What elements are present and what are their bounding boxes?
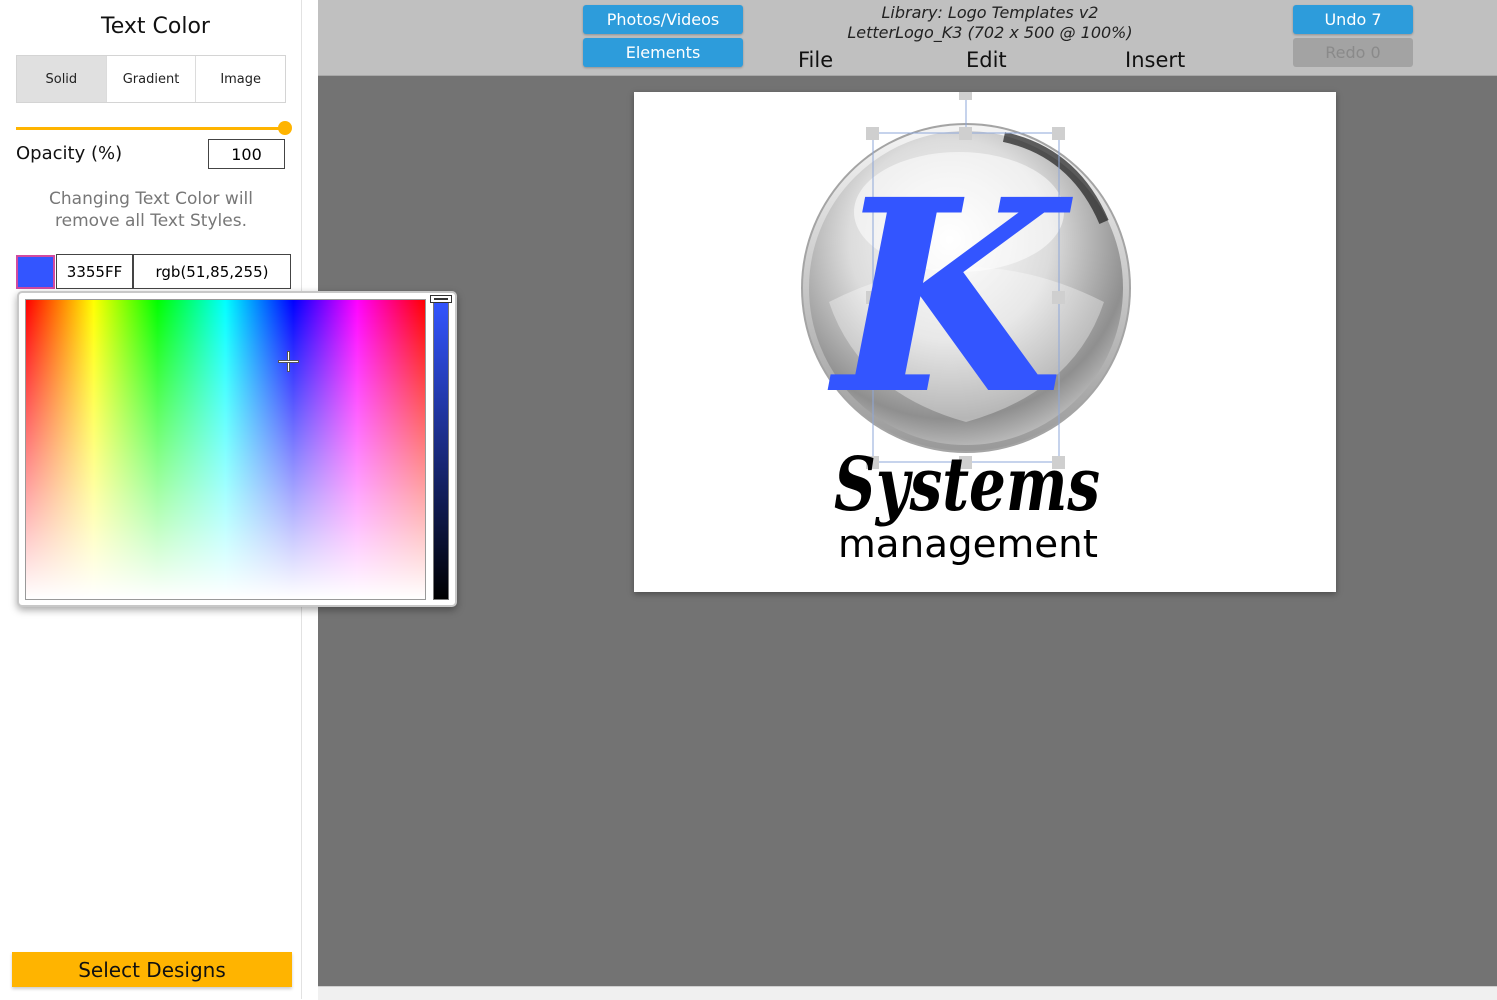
warning-line-2: remove all Text Styles. — [55, 211, 247, 231]
color-swatch[interactable] — [16, 255, 55, 289]
tab-gradient[interactable]: Gradient — [107, 56, 197, 102]
design-canvas[interactable]: K Systems management — [634, 92, 1336, 592]
opacity-slider-track[interactable] — [16, 127, 286, 130]
undo-button[interactable]: Undo 7 — [1293, 5, 1413, 34]
opacity-input[interactable] — [208, 139, 285, 169]
brightness-slider[interactable] — [433, 301, 449, 600]
horizontal-scrollbar[interactable] — [318, 986, 1497, 1000]
opacity-label: Opacity (%) — [16, 143, 123, 164]
slider-handle-icon[interactable] — [430, 295, 452, 303]
photos-videos-button[interactable]: Photos/Videos — [583, 5, 743, 34]
menu-file[interactable]: File — [798, 48, 833, 72]
menu-insert[interactable]: Insert — [1125, 48, 1185, 72]
opacity-slider-thumb[interactable] — [278, 121, 292, 135]
redo-button: Redo 0 — [1293, 38, 1413, 67]
color-picker-popup — [17, 291, 457, 607]
elements-button[interactable]: Elements — [583, 38, 743, 67]
panel-title: Text Color — [101, 14, 210, 39]
logo-letter[interactable]: K — [826, 142, 1074, 453]
menu-edit[interactable]: Edit — [966, 48, 1007, 72]
crosshair-icon[interactable] — [279, 352, 298, 371]
color-spectrum[interactable] — [25, 299, 426, 600]
document-info: LetterLogo_K3 (702 x 500 @ 100%) — [847, 23, 1133, 42]
warning-line-1: Changing Text Color will — [49, 189, 253, 209]
logo-headline[interactable]: Systems — [834, 442, 1100, 528]
hex-input[interactable] — [56, 254, 133, 289]
logo-subline[interactable]: management — [838, 522, 1098, 566]
rgb-input[interactable] — [133, 254, 291, 289]
select-designs-button[interactable]: Select Designs — [12, 952, 292, 987]
logo-artwork: K Systems management — [801, 92, 1131, 566]
tab-image[interactable]: Image — [196, 56, 285, 102]
library-name: Library: Logo Templates v2 — [881, 3, 1099, 22]
library-title: Library: Logo Templates v2 LetterLogo_K3… — [790, 3, 1190, 43]
style-warning-text: Changing Text Color will remove all Text… — [0, 188, 302, 232]
tab-solid[interactable]: Solid — [17, 56, 107, 102]
fill-type-tabs: Solid Gradient Image — [16, 55, 286, 103]
